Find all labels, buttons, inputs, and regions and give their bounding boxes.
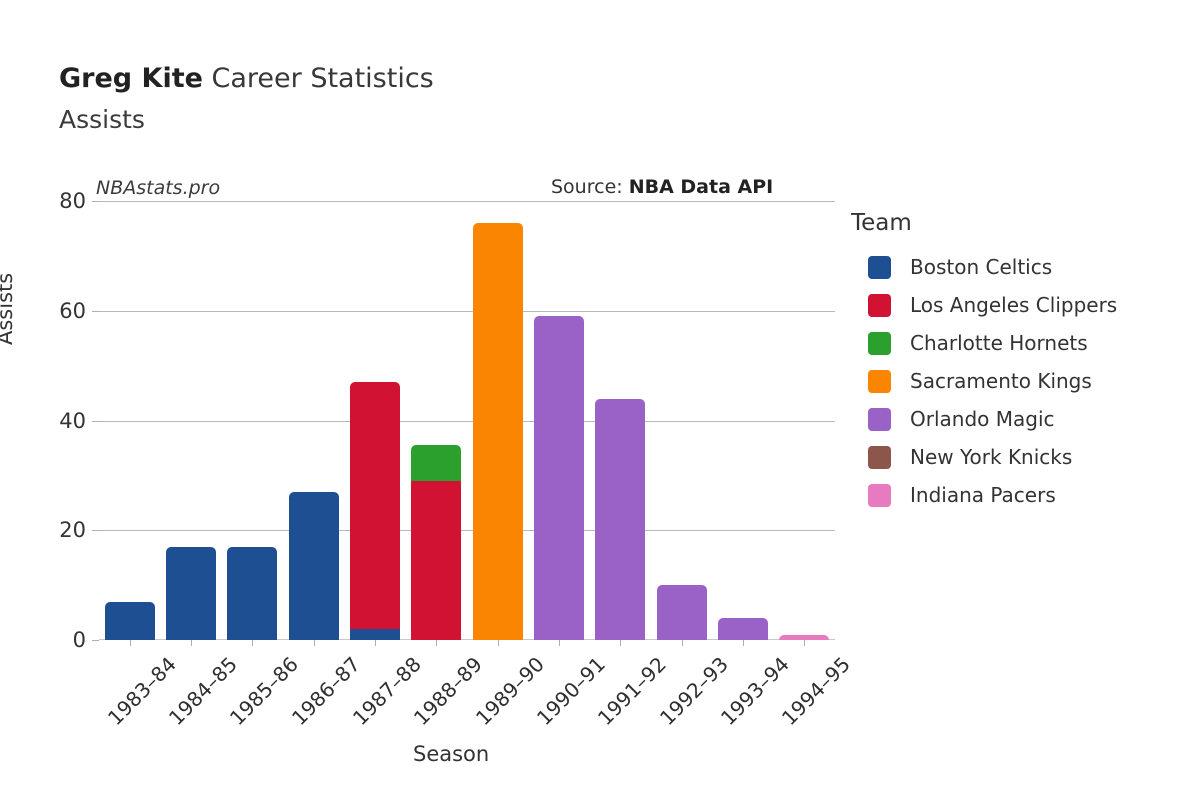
title-suffix: Career Statistics	[202, 63, 434, 94]
y-tick-label: 20	[59, 518, 86, 543]
gridline	[99, 201, 835, 202]
legend-item-label: Indiana Pacers	[910, 483, 1056, 507]
x-tick-mark	[313, 640, 315, 646]
legend-item[interactable]: Charlotte Hornets	[851, 324, 1191, 362]
legend-swatch-icon	[868, 369, 891, 393]
legend-swatch-icon	[868, 255, 891, 279]
x-tick-label: 1992–93	[654, 652, 733, 731]
y-tick-mark	[92, 310, 99, 312]
x-tick-label: 1985–86	[225, 652, 304, 731]
x-tick-label: 1986–87	[286, 652, 365, 731]
bar-segment[interactable]	[350, 382, 400, 630]
x-tick-mark	[620, 640, 622, 646]
legend-item-label: New York Knicks	[910, 445, 1073, 469]
bar-segment[interactable]	[595, 398, 646, 640]
bar-segment[interactable]	[288, 491, 339, 640]
x-tick-label: 1993–94	[715, 652, 794, 731]
legend-item-label: Charlotte Hornets	[910, 331, 1088, 355]
legend-item[interactable]: Orlando Magic	[851, 400, 1191, 438]
x-tick-mark	[743, 640, 744, 646]
gridline	[99, 530, 835, 532]
x-tick-mark	[252, 640, 254, 646]
y-tick-mark	[92, 201, 99, 202]
x-tick-label: 1983–84	[102, 652, 181, 731]
legend-swatch-icon	[868, 445, 891, 469]
legend-item-label: Boston Celtics	[910, 255, 1053, 279]
x-tick-label: 1987–88	[347, 652, 426, 731]
bar-segment[interactable]	[104, 601, 155, 640]
page-title: Greg Kite Career Statistics	[59, 62, 839, 96]
y-tick-label: 80	[59, 189, 86, 213]
bar-segment[interactable]	[411, 445, 462, 481]
y-tick-label: 60	[59, 298, 86, 323]
y-tick-mark	[92, 420, 99, 422]
legend-swatch-icon	[868, 293, 891, 317]
legend-item[interactable]: Sacramento Kings	[851, 362, 1191, 400]
legend-swatch-icon	[868, 483, 891, 507]
legend-item[interactable]: New York Knicks	[851, 438, 1191, 476]
y-tick-mark	[92, 640, 99, 641]
legend-item-label: Orlando Magic	[910, 407, 1055, 431]
bar-segment[interactable]	[411, 480, 462, 640]
gridline	[99, 310, 835, 312]
source-value: NBA Data API	[628, 176, 774, 198]
legend-swatch-icon	[868, 407, 891, 431]
chart-subtitle: Assists	[59, 105, 145, 134]
x-tick-label: 1994–95	[777, 652, 856, 731]
gridline	[99, 420, 835, 422]
source-note: Source: NBA Data API	[551, 176, 773, 198]
legend-item-label: Sacramento Kings	[910, 369, 1092, 393]
x-tick-mark	[191, 640, 192, 646]
x-tick-mark	[559, 640, 560, 646]
bar-segment[interactable]	[718, 618, 768, 640]
x-tick-mark	[497, 640, 499, 646]
legend-item[interactable]: Los Angeles Clippers	[851, 286, 1191, 324]
bar-segment[interactable]	[350, 629, 400, 640]
bar-segment[interactable]	[166, 546, 216, 640]
x-tick-mark	[436, 640, 438, 646]
x-tick-label: 1984–85	[163, 652, 242, 731]
x-tick-mark	[804, 640, 806, 646]
chart-header: Greg Kite Career Statistics Assists	[59, 62, 839, 137]
x-tick-mark	[375, 640, 376, 646]
x-tick-mark	[681, 640, 683, 646]
x-tick-mark	[129, 640, 131, 646]
legend-swatch-icon	[868, 331, 891, 355]
y-tick-mark	[92, 530, 99, 532]
legend-item[interactable]: Boston Celtics	[851, 248, 1191, 286]
bar-segment[interactable]	[534, 316, 584, 640]
watermark: NBAstats.pro	[96, 177, 221, 199]
x-tick-label: 1991–92	[593, 652, 672, 731]
y-tick-label: 40	[59, 408, 86, 433]
legend: Team Boston Celtics Los Angeles Clippers C…	[851, 210, 1191, 514]
x-tick-label: 1989–90	[470, 652, 549, 731]
legend-title: Team	[851, 210, 912, 236]
player-name: Greg Kite	[59, 63, 203, 94]
plot-area: 0 20 40 60 80	[59, 189, 835, 652]
y-tick-label: 0	[72, 628, 86, 652]
legend-item-label: Los Angeles Clippers	[910, 293, 1118, 317]
bar-segment[interactable]	[656, 585, 707, 640]
source-label: Source:	[551, 176, 629, 198]
x-tick-label: 1990–91	[531, 652, 610, 731]
legend-item[interactable]: Indiana Pacers	[851, 476, 1191, 514]
legend-item-list: Boston Celtics Los Angeles Clippers Charlo…	[851, 248, 1191, 514]
bar-segment[interactable]	[227, 546, 278, 640]
bar-segment[interactable]	[472, 222, 523, 640]
y-axis-title: Assists	[0, 272, 17, 345]
